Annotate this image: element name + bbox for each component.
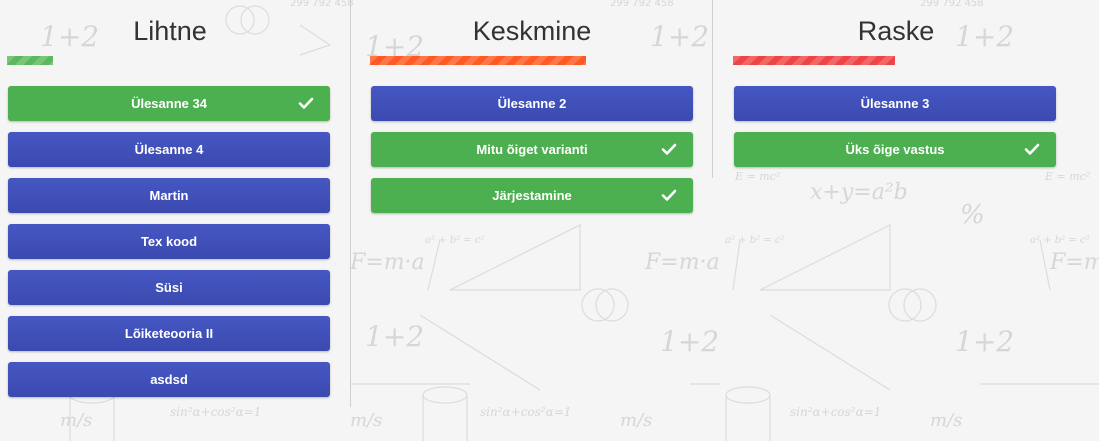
progress-bar (733, 56, 895, 65)
check-icon (1024, 143, 1040, 155)
task-button[interactable]: Ülesanne 4 (8, 132, 330, 167)
task-button[interactable]: Lõiketeooria II (8, 316, 330, 351)
task-button[interactable]: Süsi (8, 270, 330, 305)
task-label: Mitu õiget varianti (476, 142, 588, 157)
column-title: Raske (857, 16, 935, 46)
column-title: Keskmine (472, 16, 592, 46)
check-icon (298, 97, 314, 109)
task-label: Tex kood (140, 234, 198, 249)
task-button[interactable]: Ülesanne 2 (371, 86, 693, 121)
task-button[interactable]: Mitu õiget varianti (371, 132, 693, 167)
task-label: Järjestamine (492, 188, 572, 203)
task-label: Ülesanne 34 (131, 96, 207, 111)
task-button[interactable]: asdsd (8, 362, 330, 397)
column-title: Lihtne (133, 16, 207, 46)
task-label: Ülesanne 3 (860, 96, 930, 111)
column-easy: Lihtne Ülesanne 34 Ülesanne 4 Martin Tex… (0, 0, 350, 441)
task-label: Ülesanne 2 (497, 96, 567, 111)
check-icon (661, 143, 677, 155)
task-label: Martin (149, 188, 189, 203)
check-icon (661, 189, 677, 201)
progress-bar (370, 56, 586, 65)
task-button[interactable]: Üks õige vastus (734, 132, 1056, 167)
progress-bar (7, 56, 53, 65)
task-button[interactable]: Järjestamine (371, 178, 693, 213)
task-label: Lõiketeooria II (124, 326, 214, 341)
task-label: Süsi (155, 280, 183, 295)
difficulty-columns: Lihtne Ülesanne 34 Ülesanne 4 Martin Tex… (0, 0, 1099, 441)
column-medium: Keskmine Ülesanne 2 Mitu õiget varianti … (351, 0, 712, 441)
task-label: Ülesanne 4 (134, 142, 204, 157)
task-button[interactable]: Ülesanne 34 (8, 86, 330, 121)
task-label: asdsd (150, 372, 188, 387)
task-button[interactable]: Martin (8, 178, 330, 213)
task-button[interactable]: Tex kood (8, 224, 330, 259)
task-button[interactable]: Ülesanne 3 (734, 86, 1056, 121)
column-hard: Raske Ülesanne 3 Üks õige vastus (713, 0, 1099, 441)
task-label: Üks õige vastus (845, 142, 945, 157)
